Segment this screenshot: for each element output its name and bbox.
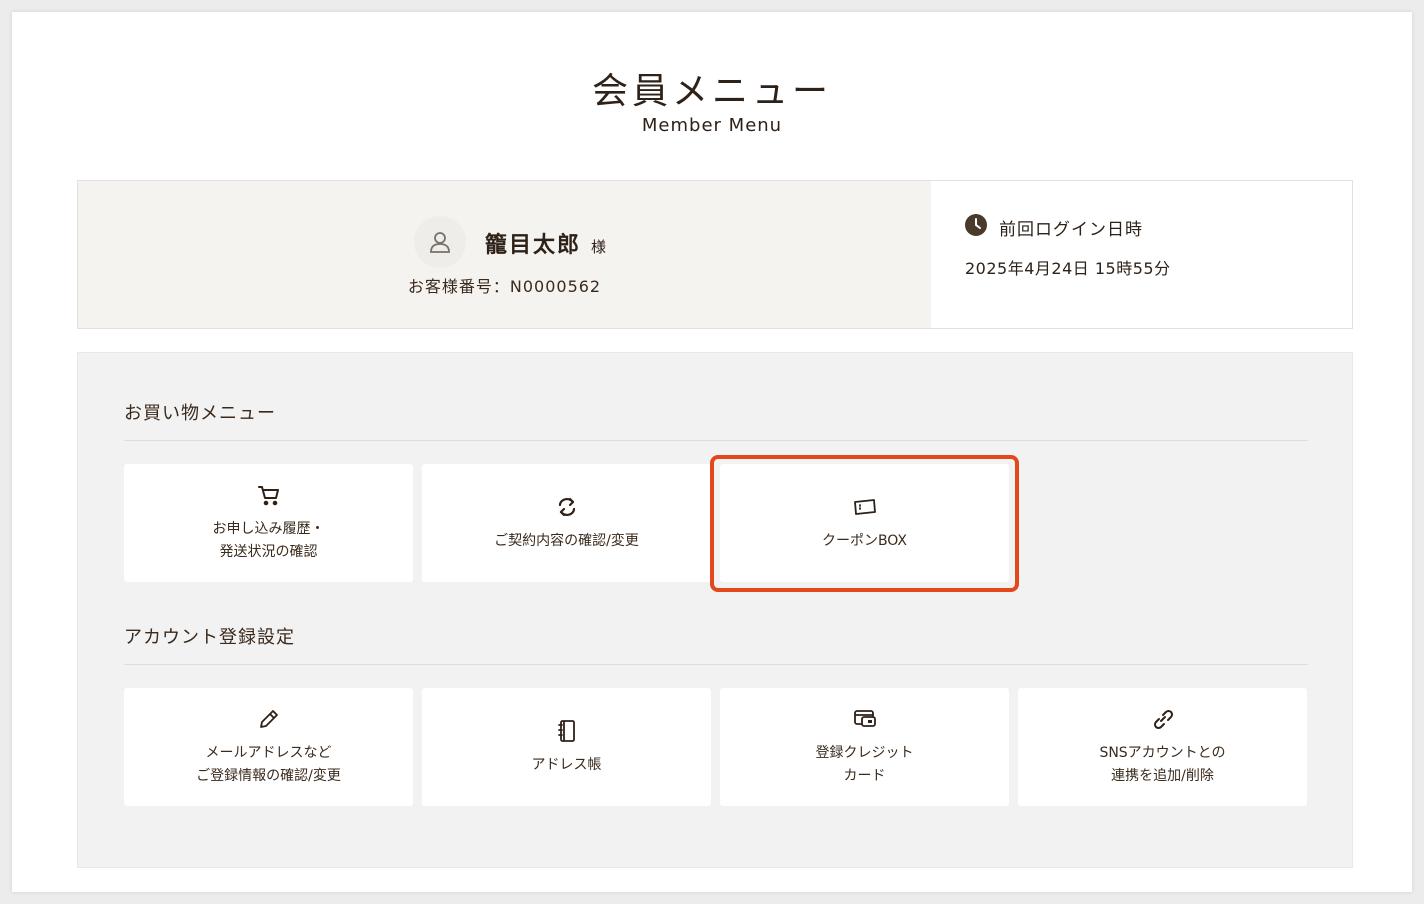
user-icon	[430, 232, 450, 253]
coupon-highlight-box	[710, 455, 1019, 592]
account-settings-title: アカウント登録設定	[124, 627, 295, 648]
shopping-menu-title: お買い物メニュー	[124, 403, 276, 424]
order-history-label: お申し込み履歴・ 発送状況の確認	[212, 521, 325, 560]
clock-icon	[965, 214, 987, 236]
pencil-icon	[259, 710, 278, 728]
address-book-card[interactable]: アドレス帳	[422, 688, 711, 806]
refresh-icon	[558, 497, 575, 516]
last-login-label: 前回ログイン日時	[999, 220, 1143, 240]
page-subtitle: Member Menu	[641, 115, 783, 136]
member-info-box: 籠目太郎 様 お客様番号：N0000562 前回ログイン日時 2025年4月24…	[77, 180, 1353, 329]
order-history-card[interactable]: お申し込み履歴・ 発送状況の確認	[124, 464, 413, 582]
member-honorific: 様	[591, 238, 607, 256]
member-name: 籠目太郎	[485, 233, 582, 258]
address-book-icon	[557, 719, 575, 742]
address-book-label: アドレス帳	[531, 756, 602, 773]
link-icon	[1153, 709, 1173, 730]
customer-number: お客様番号：N0000562	[407, 277, 602, 296]
sns-link-label: SNSアカウントとの 連携を追加/削除	[1099, 745, 1226, 784]
contract-details-card[interactable]: ご契約内容の確認/変更	[422, 464, 711, 582]
member-profile: 籠目太郎 様 お客様番号：N0000562	[78, 181, 931, 328]
section-divider	[124, 440, 1308, 441]
cart-icon	[257, 486, 279, 506]
contract-details-label: ご契約内容の確認/変更	[494, 532, 639, 549]
last-login-value: 2025年4月24日 15時55分	[965, 259, 1171, 278]
menu-panel: お買い物メニュー お申し込み履歴・ 発送状況の確認 ご契約内容の確認/変更 クー…	[77, 352, 1353, 868]
credit-card-label: 登録クレジット カード	[815, 745, 914, 784]
sns-link-card[interactable]: SNSアカウントとの 連携を追加/削除	[1018, 688, 1307, 806]
registration-info-card[interactable]: メールアドレスなど ご登録情報の確認/変更	[124, 688, 413, 806]
credit-card-card[interactable]: 登録クレジット カード	[720, 688, 1009, 806]
last-login-panel: 前回ログイン日時 2025年4月24日 15時55分	[932, 181, 1352, 328]
avatar	[414, 216, 466, 268]
section-divider	[124, 664, 1308, 665]
member-menu-page: 会員メニュー Member Menu 籠目太郎 様 お客様番号：N0000562…	[12, 12, 1412, 892]
page-title: 会員メニュー	[591, 71, 832, 112]
credit-card-icon	[853, 710, 876, 727]
registration-info-label: メールアドレスなど ご登録情報の確認/変更	[196, 745, 341, 784]
